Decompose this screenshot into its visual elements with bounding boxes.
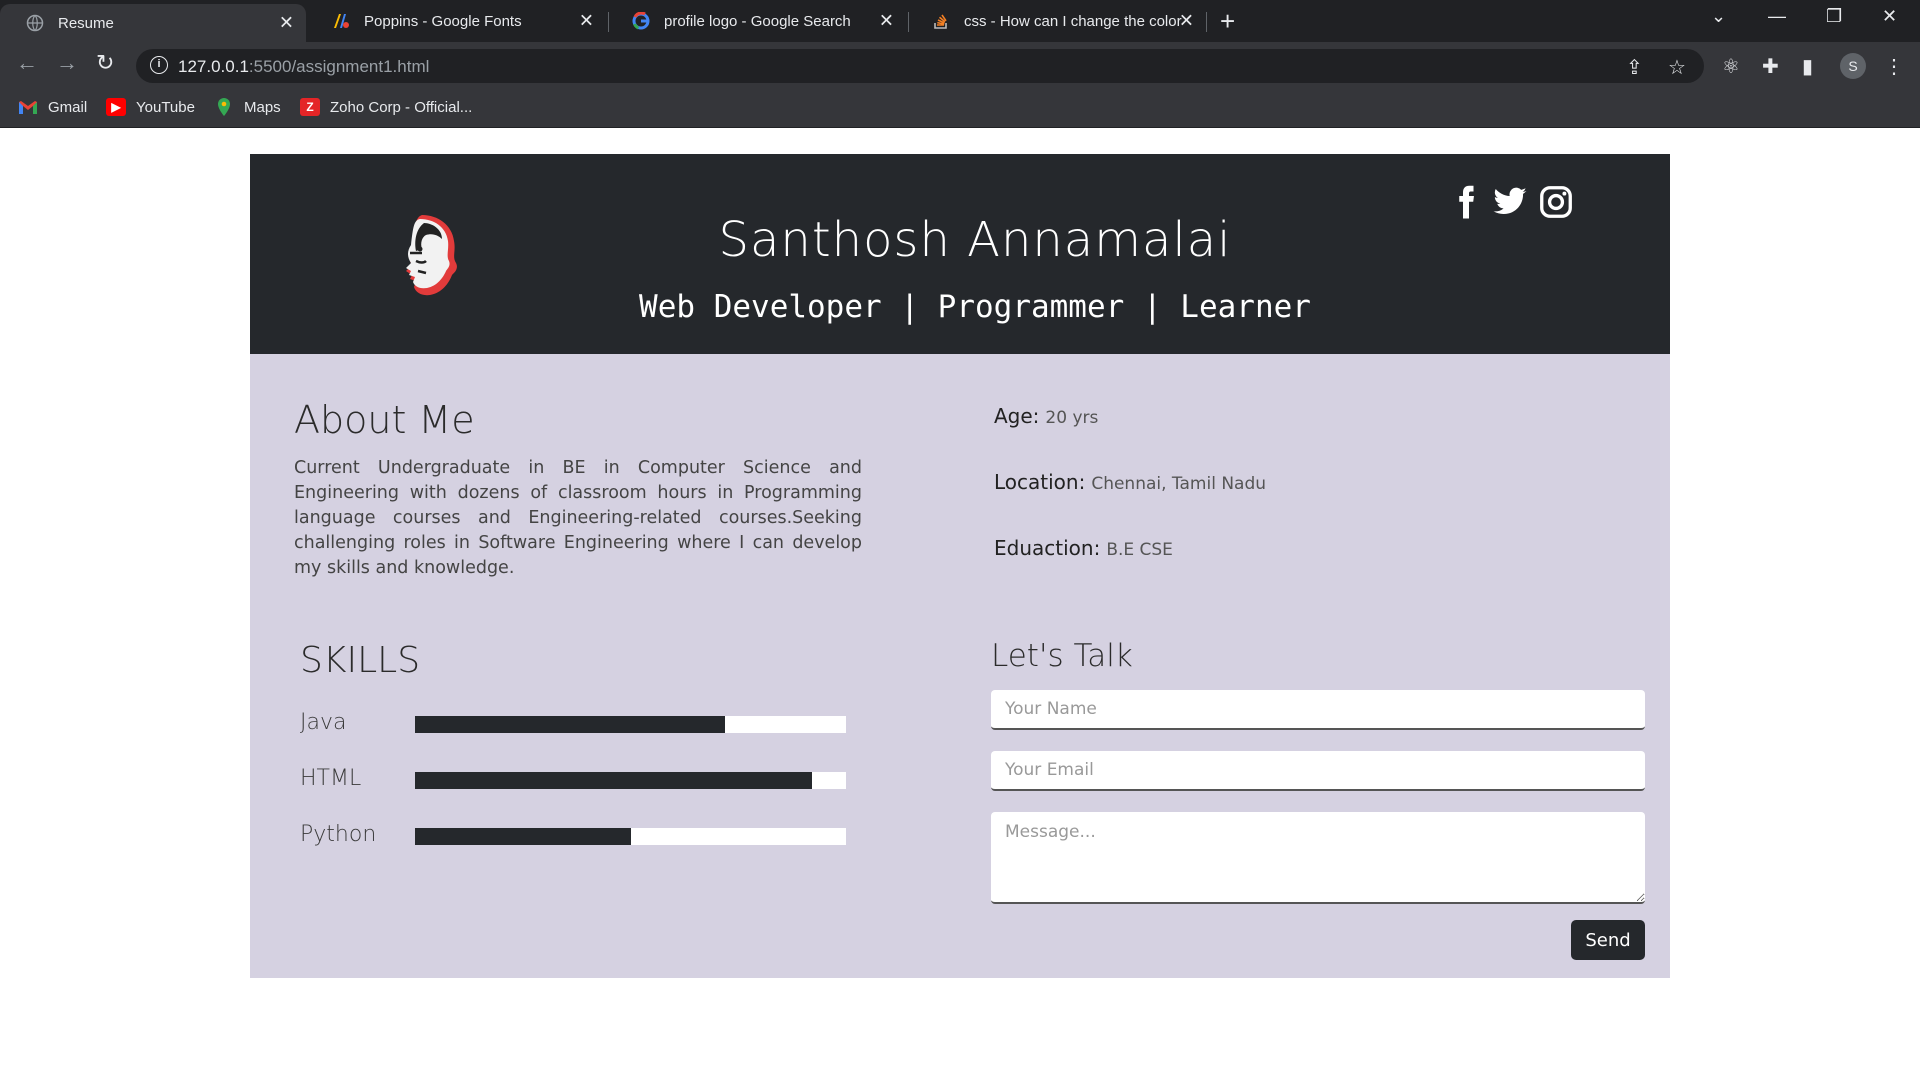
email-field[interactable]	[991, 751, 1645, 791]
skill-bar-track	[415, 828, 846, 845]
profile-logo	[380, 209, 470, 299]
info-education: Eduaction: B.E CSE	[994, 536, 1173, 560]
maps-icon	[214, 98, 234, 116]
instagram-icon[interactable]	[1538, 184, 1574, 220]
tab-title: css - How can I change the color	[964, 12, 1182, 30]
info-value: 20 yrs	[1045, 408, 1099, 428]
tab-title: profile logo - Google Search	[664, 12, 851, 30]
close-tab-icon[interactable]: ✕	[879, 11, 894, 32]
reload-icon[interactable]: ↻	[96, 50, 114, 76]
gmail-icon	[18, 98, 38, 116]
minimize-icon[interactable]: —	[1768, 6, 1786, 27]
tab-search-icon[interactable]: ⌄	[1711, 6, 1726, 27]
skill-name: Python	[300, 822, 377, 847]
about-text: Current Undergraduate in BE in Computer …	[294, 458, 862, 578]
tab-resume[interactable]: Resume ✕	[0, 4, 306, 42]
about-heading: About Me	[294, 398, 475, 442]
new-tab-button[interactable]: +	[1220, 6, 1235, 37]
share-icon[interactable]: ⇪	[1626, 55, 1643, 80]
tab-google-search[interactable]: profile logo - Google Search ✕	[606, 0, 906, 42]
contact-heading: Let's Talk	[991, 638, 1133, 674]
info-value: B.E CSE	[1106, 540, 1173, 560]
person-roles: Web Developer | Programmer | Learner	[639, 289, 1311, 325]
info-label: Eduaction:	[994, 536, 1101, 560]
info-age: Age: 20 yrs	[994, 404, 1098, 428]
tab-title: Poppins - Google Fonts	[364, 12, 522, 30]
info-location: Location: Chennai, Tamil Nadu	[994, 470, 1266, 494]
skill-bar-track	[415, 772, 846, 789]
resume-header: Santhosh Annamalai Web Developer | Progr…	[250, 154, 1670, 354]
close-tab-icon[interactable]: ✕	[279, 13, 294, 34]
skill-bar-track	[415, 716, 846, 733]
send-button[interactable]: Send	[1571, 920, 1645, 960]
globe-icon	[26, 14, 44, 32]
skill-bar-fill	[415, 716, 726, 733]
forward-icon[interactable]: →	[56, 50, 78, 76]
bookmark-label: YouTube	[136, 98, 195, 116]
tab-separator	[1206, 12, 1207, 32]
back-icon[interactable]: ←	[16, 50, 38, 76]
close-window-icon[interactable]: ✕	[1882, 6, 1897, 27]
person-name: Santhosh Annamalai	[718, 212, 1232, 268]
youtube-icon: ▶	[106, 98, 126, 116]
skill-name: Java	[300, 710, 347, 735]
menu-icon[interactable]: ⋮	[1884, 54, 1904, 79]
close-tab-icon[interactable]: ✕	[579, 11, 594, 32]
tab-strip: Resume ✕ Poppins - Google Fonts ✕ profil…	[0, 0, 1920, 42]
restore-icon[interactable]: ❐	[1826, 6, 1842, 27]
bookmark-label: Zoho Corp - Official...	[330, 98, 473, 116]
tab-title: Resume	[58, 14, 114, 32]
bookmark-gmail[interactable]: Gmail	[18, 98, 87, 116]
facebook-icon[interactable]	[1448, 184, 1484, 220]
skill-bar-fill	[415, 828, 631, 845]
bookmark-zoho[interactable]: Z Zoho Corp - Official...	[300, 98, 472, 116]
skill-name: HTML	[300, 766, 362, 791]
message-field[interactable]	[991, 812, 1645, 904]
stackoverflow-icon	[932, 12, 950, 30]
resume-body: About Me Current Undergraduate in BE in …	[250, 354, 1670, 978]
profile-avatar[interactable]: S	[1840, 53, 1866, 79]
bookmark-label: Gmail	[48, 98, 88, 116]
react-devtools-icon[interactable]: ⚛	[1722, 54, 1740, 79]
extensions-icon[interactable]: ✚	[1762, 54, 1779, 79]
info-label: Age:	[994, 404, 1040, 428]
skills-heading: SKILLS	[300, 640, 421, 681]
bookmark-label: Maps	[244, 98, 281, 116]
google-icon	[632, 12, 650, 30]
google-fonts-icon	[332, 12, 350, 30]
url-text: 127.0.0.1:5500/assignment1.html	[178, 57, 430, 76]
close-tab-icon[interactable]: ✕	[1179, 11, 1194, 32]
resume-card: Santhosh Annamalai Web Developer | Progr…	[250, 154, 1670, 978]
bookmark-star-icon[interactable]: ☆	[1668, 55, 1686, 80]
tab-google-fonts[interactable]: Poppins - Google Fonts ✕	[306, 0, 606, 42]
page-viewport: Santhosh Annamalai Web Developer | Progr…	[0, 128, 1920, 1080]
browser-toolbar: ← → ↻ i 127.0.0.1:5500/assignment1.html …	[0, 42, 1920, 88]
side-panel-icon[interactable]: ▮	[1802, 54, 1813, 79]
skill-bar-fill	[415, 772, 812, 789]
name-field[interactable]	[991, 690, 1645, 730]
zoho-icon: Z	[300, 98, 320, 116]
twitter-icon[interactable]	[1492, 184, 1528, 220]
address-bar[interactable]: i 127.0.0.1:5500/assignment1.html ⇪ ☆	[136, 49, 1704, 83]
info-label: Location:	[994, 470, 1086, 494]
tab-stackoverflow[interactable]: css - How can I change the color ✕	[906, 0, 1206, 42]
site-info-icon[interactable]: i	[150, 56, 168, 74]
bookmark-youtube[interactable]: ▶ YouTube	[106, 98, 195, 116]
info-value: Chennai, Tamil Nadu	[1091, 474, 1267, 494]
bookmarks-bar: Gmail ▶ YouTube Maps Z Zoho Corp - Offic…	[0, 88, 1920, 128]
bookmark-maps[interactable]: Maps	[214, 98, 281, 116]
